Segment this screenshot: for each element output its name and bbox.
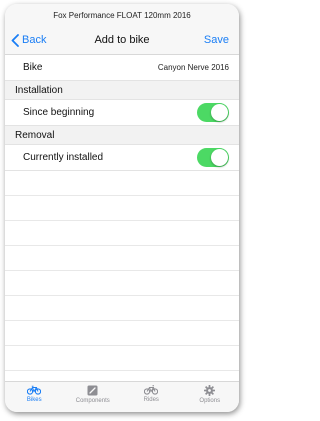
currently-installed-label: Currently installed xyxy=(23,152,104,163)
tab-bikes-label: Bikes xyxy=(26,397,42,403)
phone-screen: Fox Performance FLOAT 120mm 2016 Back Ad… xyxy=(5,4,239,412)
save-button[interactable]: Save xyxy=(204,26,229,54)
since-beginning-row: Since beginning xyxy=(5,100,239,126)
gear-icon xyxy=(204,385,216,396)
back-label: Back xyxy=(22,34,47,46)
tab-bar: Bikes Components Rides Options xyxy=(5,381,239,412)
removal-header: Removal xyxy=(5,126,239,145)
installation-header: Installation xyxy=(5,81,239,100)
empty-row xyxy=(5,346,239,371)
currently-installed-row: Currently installed xyxy=(5,145,239,171)
tab-rides-label: Rides xyxy=(143,397,159,403)
empty-row xyxy=(5,221,239,246)
tab-options[interactable]: Options xyxy=(181,382,240,412)
empty-row xyxy=(5,321,239,346)
bike-value: Canyon Nerve 2016 xyxy=(157,63,229,72)
empty-row xyxy=(5,171,239,196)
bike-icon xyxy=(27,385,42,395)
since-beginning-label: Since beginning xyxy=(23,107,95,118)
since-beginning-toggle[interactable] xyxy=(197,103,229,122)
tab-rides[interactable]: Rides xyxy=(122,382,181,412)
tab-components[interactable]: Components xyxy=(64,382,123,412)
back-button[interactable]: Back xyxy=(11,26,46,54)
component-icon xyxy=(87,385,98,396)
toggle-knob xyxy=(211,149,228,166)
tab-bikes[interactable]: Bikes xyxy=(5,382,64,412)
empty-table-area xyxy=(5,171,239,371)
chevron-left-icon xyxy=(11,33,19,47)
empty-row xyxy=(5,296,239,321)
empty-row xyxy=(5,246,239,271)
ride-icon xyxy=(144,385,159,395)
tab-options-label: Options xyxy=(199,398,221,404)
tab-components-label: Components xyxy=(75,398,110,404)
bike-row[interactable]: Bike Canyon Nerve 2016 xyxy=(5,55,239,81)
currently-installed-toggle[interactable] xyxy=(197,148,229,167)
navigation-bar: Back Add to bike Save xyxy=(5,26,239,55)
status-title: Fox Performance FLOAT 120mm 2016 xyxy=(5,4,239,26)
empty-row xyxy=(5,271,239,296)
bike-label: Bike xyxy=(23,62,43,73)
toggle-knob xyxy=(211,104,228,121)
empty-row xyxy=(5,196,239,221)
